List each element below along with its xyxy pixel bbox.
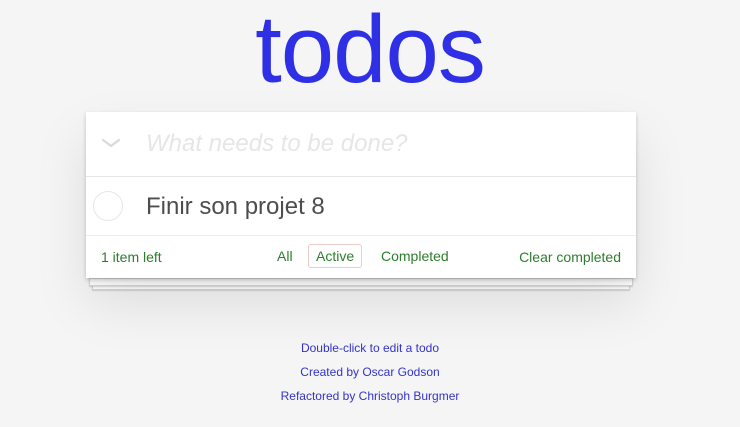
info-footer: Double-click to edit a todo Created by O… xyxy=(0,338,740,410)
filter-active-link[interactable]: Active xyxy=(308,244,363,268)
info-refactored-by[interactable]: Refactored by Christoph Burgmer xyxy=(0,386,740,410)
clear-completed-button[interactable]: Clear completed xyxy=(519,249,621,265)
paper-stack-layer xyxy=(89,278,633,286)
info-created-by[interactable]: Created by Oscar Godson xyxy=(0,362,740,386)
new-todo-row xyxy=(86,112,636,177)
app-title: todos xyxy=(255,0,486,103)
items-left-count: 1 item left xyxy=(101,249,162,265)
info-edit-hint: Double-click to edit a todo xyxy=(300,341,440,355)
filter-completed-link[interactable]: Completed xyxy=(373,244,457,268)
todo-label[interactable]: Finir son projet 8 xyxy=(146,192,325,222)
todo-app: Finir son projet 8 1 item left All Activ… xyxy=(86,112,636,290)
todo-card: Finir son projet 8 1 item left All Activ… xyxy=(86,112,636,278)
todo-checkbox[interactable] xyxy=(93,191,123,221)
new-todo-input[interactable] xyxy=(146,124,616,164)
todo-footer: 1 item left All Active Completed Clear c… xyxy=(86,236,636,278)
filter-all-link[interactable]: All xyxy=(269,244,301,268)
todo-item[interactable]: Finir son projet 8 xyxy=(86,177,636,236)
chevron-down-icon[interactable] xyxy=(100,132,122,154)
